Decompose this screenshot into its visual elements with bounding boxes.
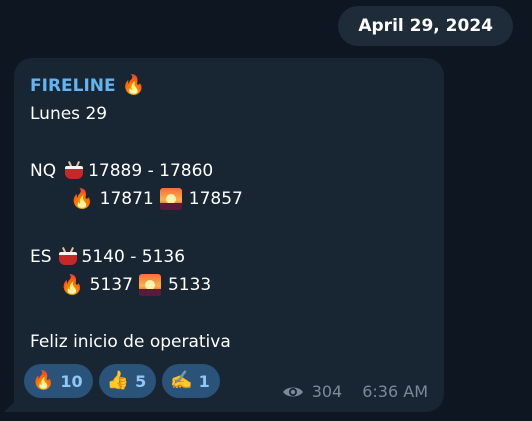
- es-label: ES: [30, 247, 52, 267]
- message-line-es: ES 5140 - 5136: [30, 244, 185, 270]
- date-separator: April 29, 2024: [338, 6, 513, 46]
- message-time: 6:36 AM: [362, 382, 428, 401]
- sunrise-icon: [159, 188, 182, 210]
- nq-label: NQ: [30, 161, 57, 181]
- reaction-thumbs-up[interactable]: 👍 5: [98, 364, 157, 398]
- reaction-fire[interactable]: 🔥 10: [24, 364, 93, 398]
- reaction-count: 5: [135, 371, 147, 391]
- nq-sunrise-value: 17857: [188, 189, 243, 209]
- closing-text: Feliz inicio de operativa: [30, 332, 231, 352]
- message-meta: 304 6:36 AM: [282, 382, 428, 401]
- sender-name[interactable]: FIRELINE 🔥: [30, 72, 145, 98]
- es-range: 5140 - 5136: [81, 247, 186, 267]
- message-line-es-levels: 🔥 5137 5133: [60, 272, 211, 298]
- reaction-count: 1: [198, 371, 210, 391]
- message-bubble[interactable]: FIRELINE 🔥 Lunes 29 NQ 17889 - 17860 🔥 1…: [14, 58, 444, 412]
- fire-icon: 🔥: [32, 370, 55, 391]
- es-sunrise-value: 5133: [167, 275, 212, 295]
- writing-hand-icon: ✍️: [170, 370, 193, 391]
- eye-icon: [282, 385, 304, 399]
- nq-fire-value: 17871: [99, 189, 154, 209]
- view-count: 304: [311, 382, 343, 401]
- message-line-nq-levels: 🔥 17871 17857: [70, 186, 243, 212]
- fire-icon: 🔥: [121, 74, 146, 96]
- fire-icon: 🔥: [70, 188, 94, 210]
- message-line-closing: Feliz inicio de operativa: [30, 329, 231, 355]
- fire-icon: 🔥: [60, 274, 84, 296]
- day-text: Lunes 29: [30, 104, 108, 124]
- reactions-bar: 🔥 10 👍 5 ✍️ 1: [24, 364, 220, 398]
- reaction-writing-hand[interactable]: ✍️ 1: [162, 364, 220, 398]
- drum-icon: [57, 247, 79, 267]
- nq-range: 17889 - 17860: [88, 161, 214, 181]
- reaction-count: 10: [60, 371, 83, 391]
- es-fire-value: 5137: [89, 275, 133, 295]
- drum-icon: [63, 161, 85, 181]
- sender-label: FIRELINE: [30, 76, 116, 96]
- message-line-nq: NQ 17889 - 17860: [30, 158, 213, 184]
- thumbs-up-icon: 👍: [106, 370, 130, 391]
- message-line-day: Lunes 29: [30, 101, 107, 127]
- sunrise-icon: [138, 274, 161, 296]
